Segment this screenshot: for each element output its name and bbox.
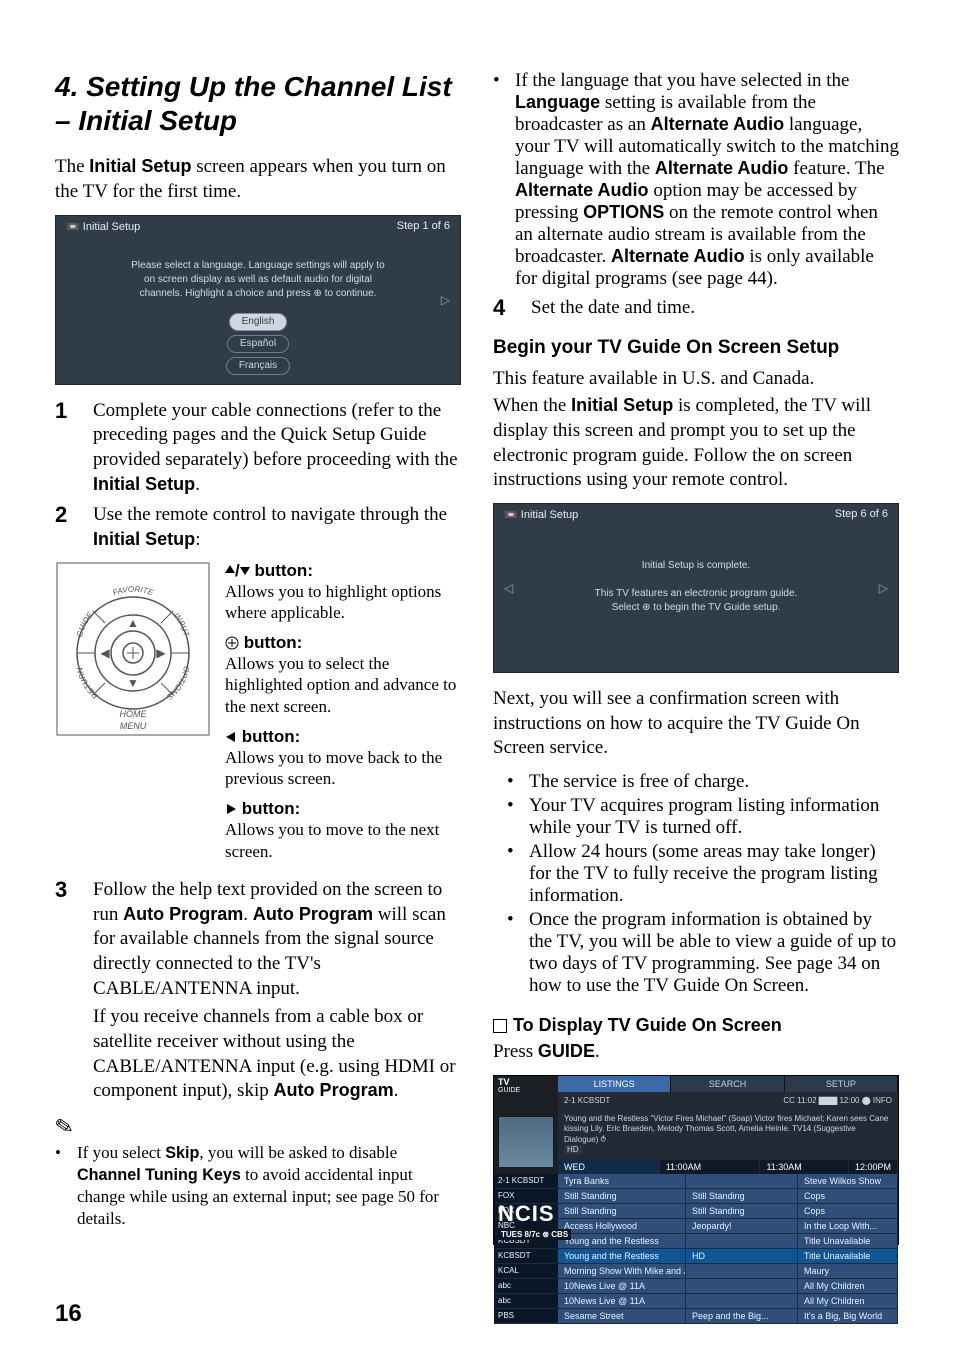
guide-listing-row: abc10News Live @ 11AAll My Children — [494, 1294, 898, 1309]
initial-setup-screenshot-2: 📼 Initial Setup Step 6 of 6 Initial Setu… — [493, 503, 899, 673]
guide-listing-row: 2-1 KCBSDTTyra BanksSteve Wilkos Show — [494, 1174, 898, 1189]
begin-setup-heading: Begin your TV Guide On Screen Setup — [493, 337, 899, 360]
tv2-left-arrow-icon: ◁ — [498, 581, 519, 595]
guide-tab-setup: SETUP — [785, 1076, 898, 1092]
info-bullet: •Allow 24 hours (some areas may take lon… — [507, 841, 899, 907]
remote-diagram: ▲ ▼ ◀ ▶ — [55, 561, 215, 742]
guide-rows: 2-1 KCBSDTTyra BanksSteve Wilkos ShowFOX… — [494, 1174, 898, 1324]
next-paragraph: Next, you will see a confirmation screen… — [493, 687, 899, 761]
step-4-text: Set the date and time. — [531, 296, 899, 321]
right-button-desc: Allows you to move to the next screen. — [225, 819, 461, 862]
checkbox-icon — [493, 1019, 507, 1033]
intro-bold: Initial Setup — [89, 156, 191, 176]
svg-text:▲: ▲ — [127, 616, 139, 630]
step-2-text: Use the remote control to navigate throu… — [93, 503, 461, 552]
guide-head-day: WED — [558, 1160, 659, 1174]
guide-listing-row: PBSSesame StreetPeep and the Big...It's … — [494, 1309, 898, 1324]
info-bullet: •The service is free of charge. — [507, 771, 899, 793]
guide-head-1130: 11:30AM — [760, 1160, 849, 1174]
button-descriptions: / button: Allows you to highlight option… — [225, 561, 461, 872]
tv2-line2: This TV features an electronic program g… — [524, 587, 868, 601]
step-4-number: 4 — [493, 296, 515, 321]
guide-head-11: 11:00AM — [660, 1160, 761, 1174]
guide-tab-listings: LISTINGS — [558, 1076, 671, 1092]
step-3-text: Follow the help text provided on the scr… — [93, 878, 461, 1104]
begin-p1: This feature available in U.S. and Canad… — [493, 367, 899, 392]
intro-pre: The — [55, 156, 89, 177]
tv2-title: 📼 Initial Setup — [504, 508, 578, 521]
guide-program-desc: Young and the Restless "Victor Fires Mic… — [564, 1114, 888, 1144]
initial-setup-screenshot-1: 📼 Initial Setup Step 1 of 6 Please selec… — [55, 215, 461, 385]
updown-button-label: / button: — [225, 561, 313, 580]
tv1-espanol-button: Español — [227, 335, 289, 353]
svg-text:▶: ▶ — [156, 646, 166, 660]
tv2-step: Step 6 of 6 — [835, 508, 888, 521]
guide-tab-search: SEARCH — [671, 1076, 784, 1092]
svg-text:HOME: HOME — [120, 709, 148, 719]
language-paragraph: If the language that you have selected i… — [515, 70, 899, 290]
svg-text:▼: ▼ — [127, 676, 139, 690]
tv2-line1: Initial Setup is complete. — [524, 559, 868, 573]
guide-head-12: 12:00PM — [849, 1160, 898, 1174]
right-button-label: button: — [225, 799, 300, 818]
display-guide-heading: To Display TV Guide On Screen — [513, 1015, 782, 1036]
tv1-title: 📼 Initial Setup — [66, 220, 140, 233]
step-3-number: 3 — [55, 878, 77, 1104]
tv1-line3: channels. Highlight a choice and press ⊕… — [86, 287, 430, 301]
tv-guide-logo: TVGUIDE — [498, 1078, 520, 1094]
guide-cc-info: CC 11:02 ▇▇▇ 12:00 ⬤ INFO — [783, 1096, 892, 1106]
tv2-right-arrow-icon: ▷ — [873, 581, 894, 595]
left-button-label: button: — [225, 727, 300, 746]
info-bullet: •Once the program information is obtaine… — [507, 909, 899, 997]
info-bullet: •Your TV acquires program listing inform… — [507, 795, 899, 839]
guide-listing-row: KCALMorning Show With Mike and JulietMau… — [494, 1264, 898, 1279]
tv1-line2: on screen display as well as default aud… — [86, 273, 430, 287]
guide-hd-badge: HD — [564, 1145, 582, 1154]
step-1-text: Complete your cable connections (refer t… — [93, 399, 461, 498]
intro-paragraph: The Initial Setup screen appears when yo… — [55, 155, 461, 204]
guide-promo: NCIS TUES 8/7c ⊗ CBS — [498, 1201, 571, 1240]
center-button-desc: Allows you to select the highlighted opt… — [225, 653, 461, 717]
tv1-step: Step 1 of 6 — [397, 220, 450, 233]
left-button-desc: Allows you to move back to the previous … — [225, 747, 461, 790]
page-number: 16 — [55, 1300, 82, 1328]
step-2-number: 2 — [55, 503, 77, 552]
updown-button-desc: Allows you to highlight options where ap… — [225, 581, 461, 624]
press-guide-line: Press GUIDE. — [493, 1040, 899, 1065]
step-1-number: 1 — [55, 399, 77, 498]
center-button-label: button: — [225, 633, 302, 652]
svg-text:MENU: MENU — [120, 721, 147, 731]
tv-guide-screenshot: TVGUIDE LISTINGS SEARCH SETUP 2-1 KCBSDT… — [493, 1075, 899, 1245]
begin-p2: When the Initial Setup is completed, the… — [493, 394, 899, 493]
tv1-francais-button: Français — [226, 357, 290, 375]
tv1-line1: Please select a language. Language setti… — [86, 259, 430, 273]
note-icon: ✎ — [53, 1113, 76, 1142]
note-text: • If you select Skip, you will be asked … — [55, 1142, 461, 1230]
guide-channel: 2-1 KCBSDT — [564, 1096, 610, 1106]
section-title: 4. Setting Up the Channel List – Initial… — [55, 70, 461, 137]
tv2-line3: Select ⊕ to begin the TV Guide setup. — [524, 601, 868, 615]
svg-text:◀: ◀ — [100, 646, 110, 660]
guide-listing-row: KCBSDTYoung and the RestlessHDTitle Unav… — [494, 1249, 898, 1264]
guide-listing-row: abc10News Live @ 11AAll My Children — [494, 1279, 898, 1294]
tv1-right-arrow-icon: ▷ — [435, 293, 456, 307]
guide-preview-window — [498, 1116, 554, 1168]
tv1-english-button: English — [229, 313, 288, 331]
